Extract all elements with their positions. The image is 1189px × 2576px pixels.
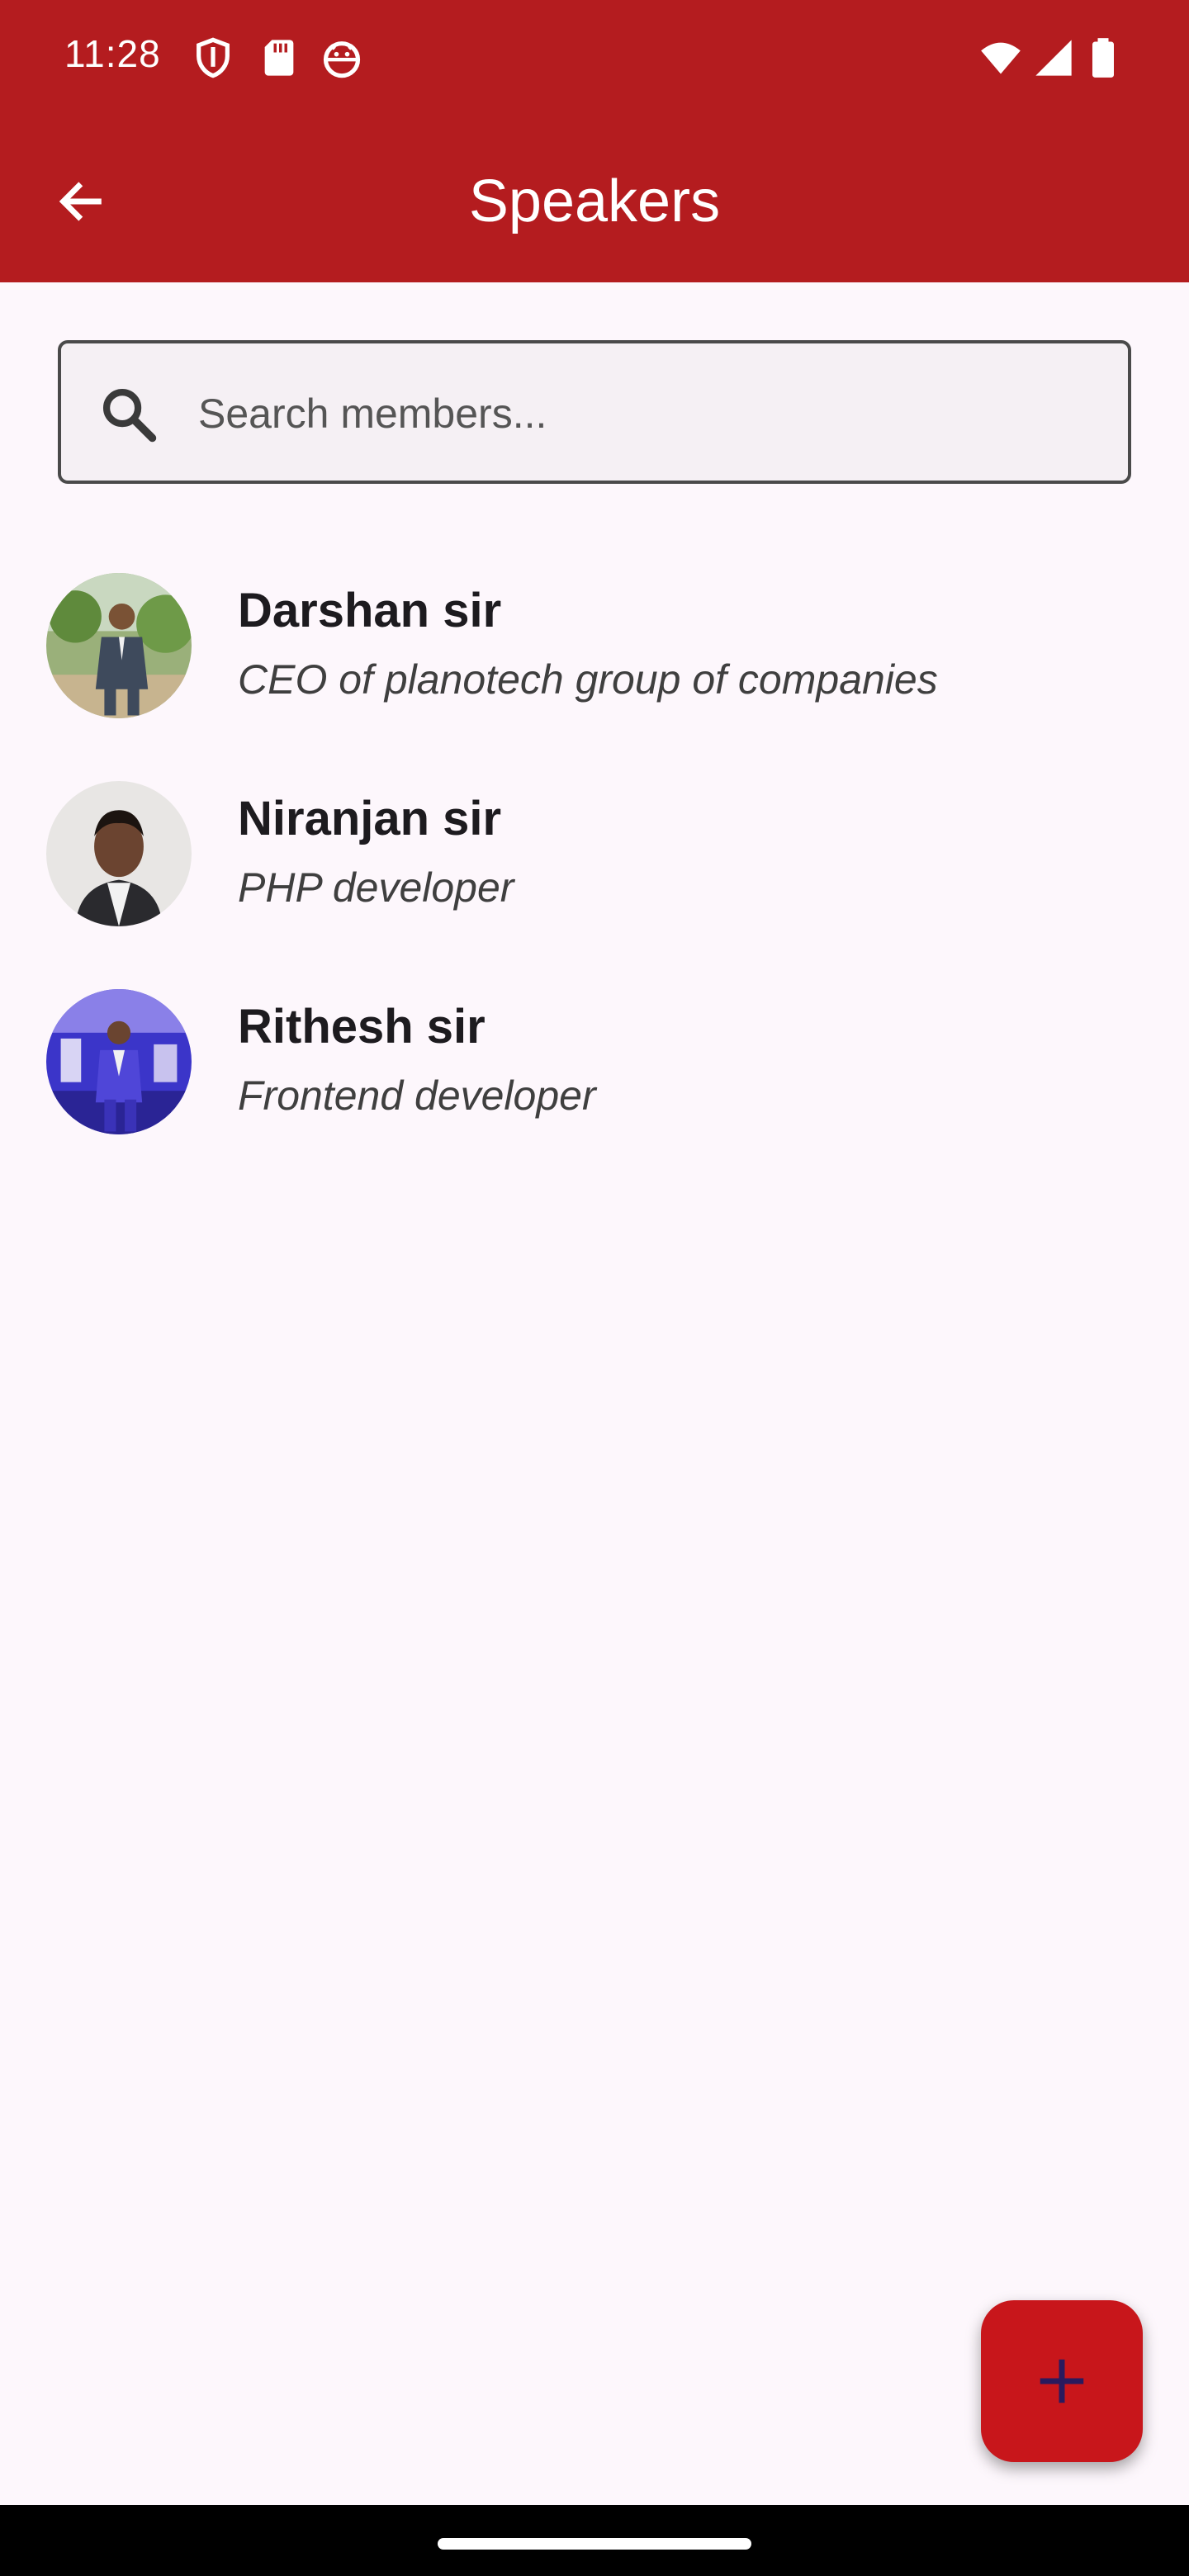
page-title: Speakers xyxy=(468,168,721,234)
search-icon xyxy=(97,383,160,446)
search-input[interactable] xyxy=(197,368,1105,459)
signal-icon xyxy=(1032,36,1075,79)
list-item[interactable]: Darshan sir CEO of planotech group of co… xyxy=(0,561,1189,769)
wifi-icon xyxy=(979,36,1022,79)
status-bar: 11:28 xyxy=(0,0,1189,121)
sd-card-icon xyxy=(258,36,301,79)
member-role: CEO of planotech group of companies xyxy=(238,656,938,703)
member-name: Darshan sir xyxy=(238,584,502,637)
avatar xyxy=(46,573,192,718)
member-list: Darshan sir CEO of planotech group of co… xyxy=(0,561,1189,1186)
avatar xyxy=(46,781,192,926)
gesture-handle[interactable] xyxy=(438,2538,751,2550)
list-item[interactable]: Niranjan sir PHP developer xyxy=(0,769,1189,978)
avatar xyxy=(46,989,192,1134)
search-field[interactable] xyxy=(58,340,1131,484)
member-name: Niranjan sir xyxy=(238,792,502,845)
member-name: Rithesh sir xyxy=(238,1000,486,1054)
list-item[interactable]: Rithesh sir Frontend developer xyxy=(0,978,1189,1186)
member-role: PHP developer xyxy=(238,864,514,911)
android-face-icon xyxy=(320,36,363,79)
navigation-bar xyxy=(0,2505,1189,2576)
app-bar: Speakers xyxy=(0,121,1189,282)
shield-icon xyxy=(192,36,234,79)
member-role: Frontend developer xyxy=(238,1073,596,1119)
battery-icon xyxy=(1082,36,1125,79)
status-time: 11:28 xyxy=(64,32,161,75)
add-speaker-button[interactable] xyxy=(981,2300,1143,2462)
plus-icon xyxy=(1040,2359,1084,2403)
